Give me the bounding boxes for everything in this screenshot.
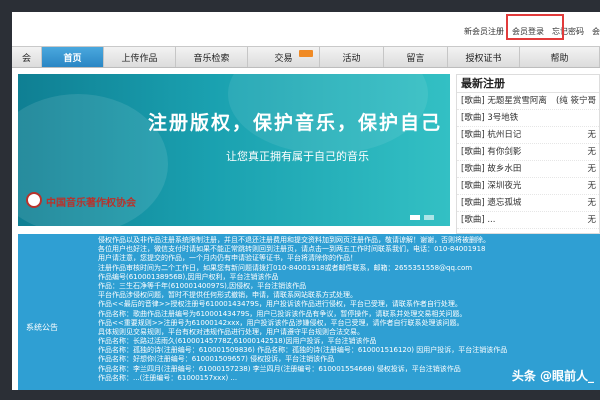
nav-item-activity[interactable]: 活动 <box>320 47 384 67</box>
member-link[interactable]: 会 <box>592 26 600 37</box>
watermark: 头条 @眼前人_ <box>511 369 594 383</box>
work-author: 无 <box>584 127 596 143</box>
nav-label: 首页 <box>63 53 82 64</box>
system-notice-panel: 系统公告 侵权作品以及非作品注册系统限制注册，并且不退还注册费用和提交资料加到网… <box>18 234 600 390</box>
nav-item-certificate[interactable]: 授权证书 <box>448 47 520 67</box>
nav-label: 留言 <box>406 53 425 64</box>
work-title: [歌曲] 杭州日记 <box>461 130 522 140</box>
list-item[interactable]: [歌曲] ... 无 <box>457 212 599 229</box>
association-name: 中国音乐著作权协会 <box>46 198 136 209</box>
nav-item-home[interactable]: 首页 <box>42 47 104 67</box>
work-title: [歌曲] 遗忘孤城 <box>461 198 522 208</box>
nav-label: 帮助 <box>550 53 569 64</box>
nav-label: 音乐检索 <box>193 53 230 64</box>
hero-banner[interactable]: 注册版权，保护音乐，保护自己 让您真正拥有属于自己的音乐 中国音乐著作权协会 <box>18 74 450 226</box>
work-author: 无 <box>584 212 596 228</box>
banner-subtitle: 让您真正拥有属于自己的音乐 <box>226 150 369 163</box>
list-item[interactable]: [歌曲] 杭州日记 无 <box>457 127 599 144</box>
notice-line: 作品名称：长路过活雨久(61000145778Z,61000142518)因用户… <box>98 337 377 346</box>
carousel-indicators <box>410 215 434 220</box>
work-title: [歌曲] 深圳夜光 <box>461 181 522 191</box>
work-author: 无 <box>584 195 596 211</box>
screenshot-frame: 新会员注册 会员登录 忘记密码 会 会 首页 上传作品 音乐检索 交易 活动 留… <box>0 0 600 400</box>
nav-label: 活动 <box>342 53 361 64</box>
list-item[interactable]: [歌曲] 3号地铁 <box>457 110 599 127</box>
work-title: [歌曲] ... <box>461 215 496 225</box>
notice-label: 系统公告 <box>26 323 58 332</box>
list-item[interactable]: [歌曲] 深圳夜光 无 <box>457 178 599 195</box>
banner-title: 注册版权，保护音乐，保护自己 <box>148 112 443 134</box>
work-title: [歌曲] 故乡水田 <box>461 164 522 174</box>
notice-line: 作品<<最后的音律>>授权注册号61000143479S，用户投诉该作品进行侵权… <box>98 300 462 309</box>
notice-line: 作品<<重要规则>>注册号为61000142xxx，用户投诉该作品涉嫌侵权，平台… <box>98 318 464 327</box>
notice-line: 作品编号(61000138956B),因用户权利，平台注销该作品 <box>98 272 279 281</box>
notice-line: 注册作品审核时间为二个工作日，如果您有新问题请拨打010-84001918或者邮… <box>98 263 473 272</box>
notice-line: 作品名称：歌曲作品注册编号为61000143479S，用户已投诉该作品有争议，暂… <box>98 309 467 318</box>
nav-item-upload[interactable]: 上传作品 <box>104 47 176 67</box>
notice-line: 作品名称：孤独的诗(注册编号：610001509836) 作品名称：孤独的诗(注… <box>98 346 508 355</box>
notice-line: 用户请注意，您提交的作品，一个月内仍有申请验证等证书，平台将清除你的作品！ <box>98 254 357 263</box>
list-item[interactable]: [歌曲] 遗忘孤城 无 <box>457 195 599 212</box>
hot-badge <box>299 50 313 57</box>
main-nav: 会 首页 上传作品 音乐检索 交易 活动 留言 授权证书 帮助 <box>12 46 600 68</box>
work-author: 无 <box>584 178 596 194</box>
work-title: [歌曲] 有你剑影 <box>461 147 522 157</box>
nav-label: 会 <box>21 53 31 64</box>
notice-line: 作品名称：好想你(注册编号：610001509657) 侵权投诉，平台注销该作品 <box>98 355 335 364</box>
work-author: (纯 筱宁哥 <box>552 93 596 109</box>
nav-label: 交易 <box>274 53 293 64</box>
work-title: [歌曲] 3号地铁 <box>461 113 519 123</box>
list-item[interactable]: [歌曲] 故乡水田 无 <box>457 161 599 178</box>
association-logo-icon <box>26 192 42 208</box>
notice-line: 平台作品涉侵权问题，暂时不提供任何形式撤销，申请，请联系网站联系方式处理。 <box>98 291 357 300</box>
notice-body: 侵权作品以及非作品注册系统限制注册，并且不退还注册费用和提交资料加到网页注册作品… <box>98 236 592 383</box>
nav-item-trade[interactable]: 交易 <box>248 47 320 67</box>
carousel-dot[interactable] <box>410 215 420 220</box>
work-author: 无 <box>584 144 596 160</box>
nav-label: 授权证书 <box>465 53 502 64</box>
nav-item-message[interactable]: 留言 <box>384 47 448 67</box>
web-page: 新会员注册 会员登录 忘记密码 会 会 首页 上传作品 音乐检索 交易 活动 留… <box>12 12 600 390</box>
register-link[interactable]: 新会员注册 <box>464 26 504 37</box>
carousel-dot[interactable] <box>424 215 434 220</box>
login-highlight-box <box>506 14 564 40</box>
notice-line: 具体规则见交易规则，平台有权对违规作品进行处理，用户请遵守平台规则合法交易。 <box>98 327 364 336</box>
nav-item-help[interactable]: 帮助 <box>520 47 600 67</box>
panel-title: 最新注册 <box>457 75 599 93</box>
top-utility-bar: 新会员注册 会员登录 忘记密码 会 <box>12 12 600 42</box>
list-item[interactable]: [歌曲] 无题星赏雪阿离 (纯 筱宁哥 <box>457 93 599 110</box>
notice-line: 作品：三生石净等千年(61000140097S),因侵权，平台注销该作品 <box>98 281 307 290</box>
latest-registrations-panel: 最新注册 [歌曲] 无题星赏雪阿离 (纯 筱宁哥 [歌曲] 3号地铁 [歌曲] 杭… <box>456 74 600 234</box>
list-item[interactable]: [歌曲] 有你剑影 无 <box>457 144 599 161</box>
work-title: [歌曲] 无题星赏雪阿离 <box>461 96 547 106</box>
notice-line: 侵权作品以及非作品注册系统限制注册，并且不退还注册费用和提交资料加到网页注册作品… <box>98 236 490 244</box>
nav-item-music-search[interactable]: 音乐检索 <box>176 47 248 67</box>
nav-label: 上传作品 <box>121 53 158 64</box>
nav-item-member[interactable]: 会 <box>12 47 42 67</box>
notice-line: 各位用户也好注，微信支付时请如果不能正常跳转则回到注册页，请点击一到两五工作时间… <box>98 245 486 254</box>
work-author: 无 <box>584 161 596 177</box>
